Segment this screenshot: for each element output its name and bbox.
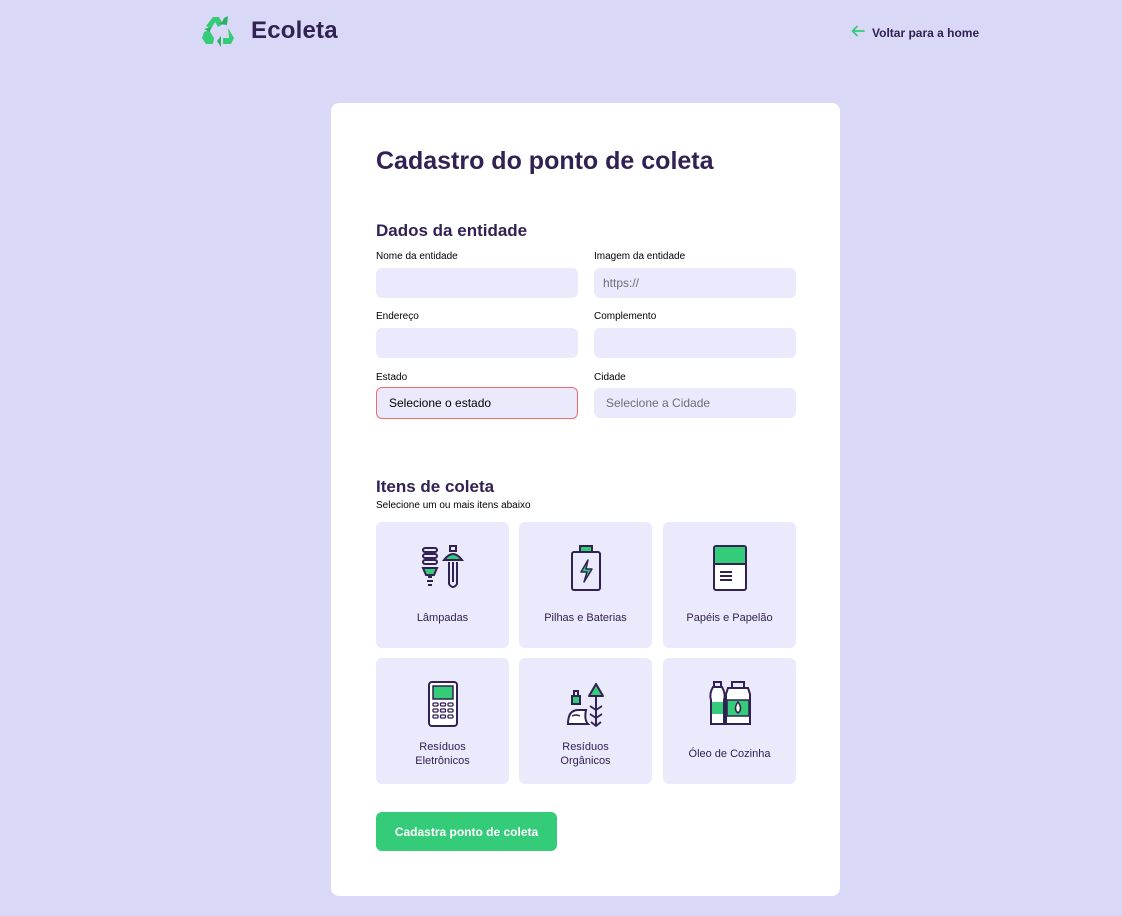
item-batteries[interactable]: Pilhas e Baterias — [519, 522, 652, 648]
app-name: Ecoleta — [251, 17, 338, 44]
name-input[interactable] — [376, 268, 578, 298]
organic-icon — [519, 680, 652, 728]
city-select[interactable]: Selecione a Cidade — [594, 388, 796, 418]
item-electronics[interactable]: Resíduos Eletrônicos — [376, 658, 509, 784]
submit-button[interactable]: Cadastra ponto de coleta — [376, 812, 557, 851]
state-select[interactable]: Selecione o estado — [376, 387, 578, 419]
back-home-label: Voltar para a home — [872, 25, 980, 40]
logo[interactable]: Ecoleta — [201, 14, 338, 48]
paper-icon — [663, 544, 796, 592]
item-label: Resíduos Orgânicos — [560, 741, 611, 767]
lamps-icon — [376, 544, 509, 592]
item-paper[interactable]: Papéis e Papelão — [663, 522, 796, 648]
complement-label: Complemento — [594, 311, 657, 322]
image-label: Imagem da entidade — [594, 251, 686, 262]
address-label: Endereço — [376, 311, 419, 322]
top-bar: Ecoleta Voltar para a home — [0, 0, 1122, 64]
item-label: Óleo de Cozinha — [688, 748, 771, 760]
battery-icon — [519, 544, 652, 592]
city-label: Cidade — [594, 372, 626, 383]
oil-icon — [663, 680, 796, 728]
item-label: Lâmpadas — [416, 612, 469, 624]
item-label: Resíduos Eletrônicos — [415, 741, 470, 767]
item-label: Pilhas e Baterias — [544, 612, 627, 624]
state-label: Estado — [376, 372, 408, 383]
recycle-icon — [201, 14, 237, 48]
image-url-input[interactable]: https:// — [594, 268, 796, 298]
item-organic[interactable]: Resíduos Orgânicos — [519, 658, 652, 784]
registration-card: Cadastro do ponto de coleta Dados da ent… — [331, 103, 840, 896]
arrow-left-icon — [851, 25, 872, 40]
item-lamps[interactable]: Lâmpadas — [376, 522, 509, 648]
items-section-title: Itens de coleta — [376, 477, 495, 496]
items-section-subtitle: Selecione um ou mais itens abaixo — [376, 500, 531, 511]
name-label: Nome da entidade — [376, 251, 458, 262]
back-home-link[interactable]: Voltar para a home — [851, 25, 979, 40]
page-title: Cadastro do ponto de coleta — [376, 147, 714, 175]
electronics-icon — [376, 680, 509, 728]
item-label: Papéis e Papelão — [686, 612, 773, 624]
item-oil[interactable]: Óleo de Cozinha — [663, 658, 796, 784]
entity-section-title: Dados da entidade — [376, 221, 528, 240]
complement-input[interactable] — [594, 328, 796, 358]
address-input[interactable] — [376, 328, 578, 358]
